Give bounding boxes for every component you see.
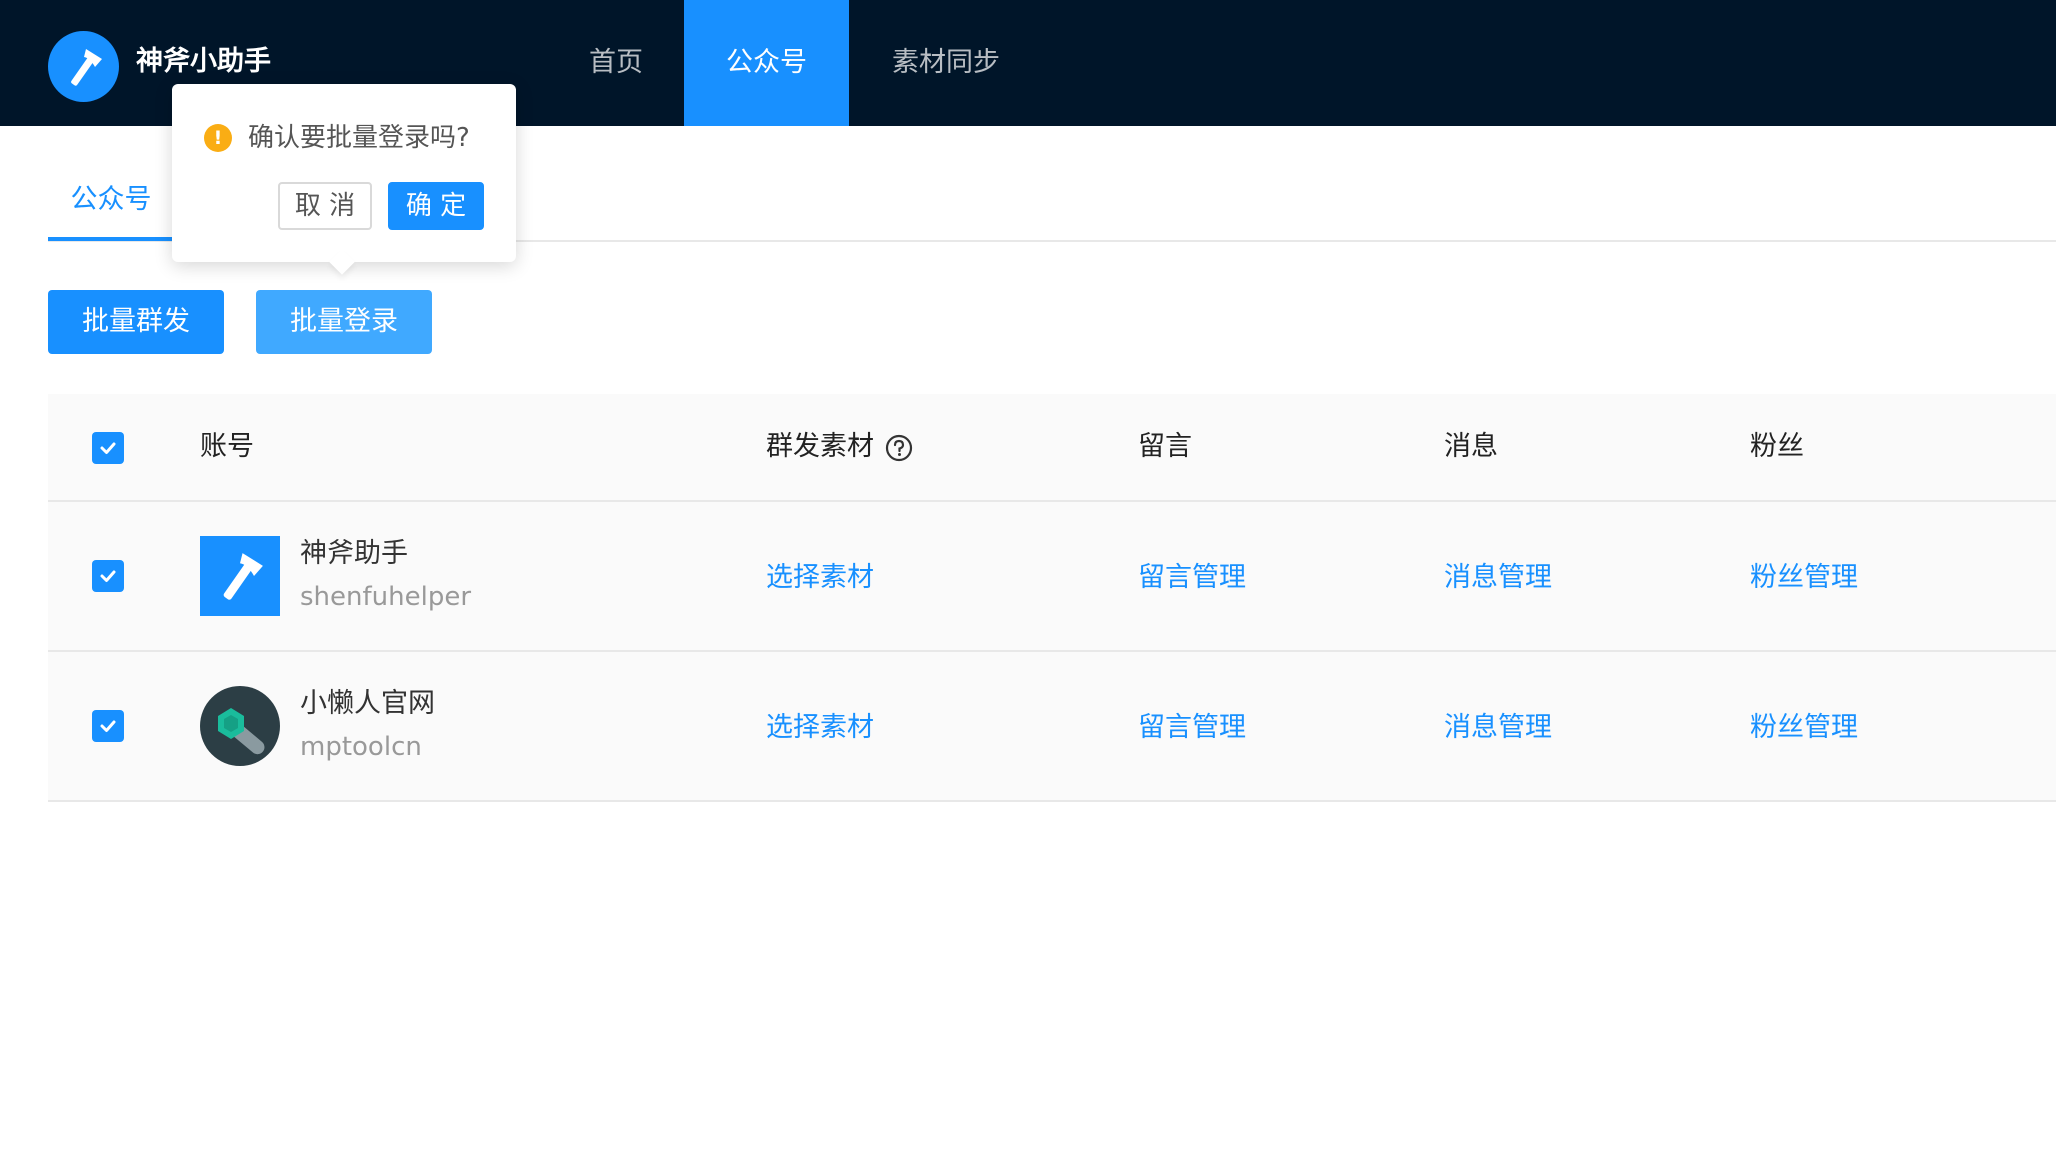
axe-icon: [223, 553, 263, 600]
column-header-comments: 留言: [1138, 431, 1192, 462]
account-id: shenfuhelper: [300, 582, 472, 612]
comment-management-link[interactable]: 留言管理: [1138, 556, 1246, 600]
select-material-link[interactable]: 选择素材: [766, 706, 874, 750]
table-row: 神斧助手 shenfuhelper 选择素材 留言管理 消息管理 粉丝管理: [48, 502, 2056, 652]
avatar: [200, 686, 280, 766]
app-title: 神斧小助手: [136, 46, 271, 77]
tab-official-accounts[interactable]: 公众号: [48, 170, 174, 242]
batch-send-button[interactable]: 批量群发: [48, 290, 224, 354]
select-all-checkbox[interactable]: [92, 432, 124, 464]
account-name: 神斧助手: [300, 538, 408, 569]
table-row: 小懒人官网 mptoolcn 选择素材 留言管理 消息管理 粉丝管理: [48, 652, 2056, 802]
select-material-link[interactable]: 选择素材: [766, 556, 874, 600]
column-header-material: 群发素材: [766, 424, 914, 470]
popconfirm-cancel-button[interactable]: 取 消: [278, 182, 372, 230]
avatar: [200, 536, 280, 616]
account-id: mptoolcn: [300, 732, 422, 762]
tab-active-indicator: [48, 237, 174, 241]
row-checkbox[interactable]: [92, 710, 124, 742]
hex-wrench-icon: [218, 708, 265, 755]
message-management-link[interactable]: 消息管理: [1444, 706, 1552, 750]
nav-item-material-sync[interactable]: 素材同步: [866, 0, 1026, 126]
nav-item-home[interactable]: 首页: [556, 0, 676, 126]
fans-management-link[interactable]: 粉丝管理: [1750, 706, 1858, 750]
app-logo[interactable]: [48, 31, 119, 102]
batch-login-button[interactable]: 批量登录: [256, 290, 432, 354]
batch-login-popconfirm: [172, 84, 516, 262]
check-icon: [100, 720, 116, 732]
nav-item-official-accounts[interactable]: 公众号: [684, 0, 849, 126]
column-header-material-label: 群发素材: [766, 431, 874, 462]
check-icon: [100, 570, 116, 582]
question-circle-icon[interactable]: [884, 433, 914, 463]
row-checkbox[interactable]: [92, 560, 124, 592]
fans-management-link[interactable]: 粉丝管理: [1750, 556, 1858, 600]
column-header-account: 账号: [200, 431, 254, 462]
popconfirm-message: 确认要批量登录吗?: [248, 123, 470, 153]
comment-management-link[interactable]: 留言管理: [1138, 706, 1246, 750]
column-header-fans: 粉丝: [1750, 431, 1804, 462]
column-header-messages: 消息: [1444, 431, 1498, 462]
message-management-link[interactable]: 消息管理: [1444, 556, 1552, 600]
popconfirm-ok-button[interactable]: 确 定: [388, 182, 484, 230]
account-name: 小懒人官网: [300, 688, 435, 719]
table-header: 账号 群发素材 留言 消息 粉丝: [48, 394, 2056, 502]
exclamation-icon: !: [204, 124, 232, 152]
axe-icon: [70, 48, 102, 86]
check-icon: [100, 442, 116, 454]
